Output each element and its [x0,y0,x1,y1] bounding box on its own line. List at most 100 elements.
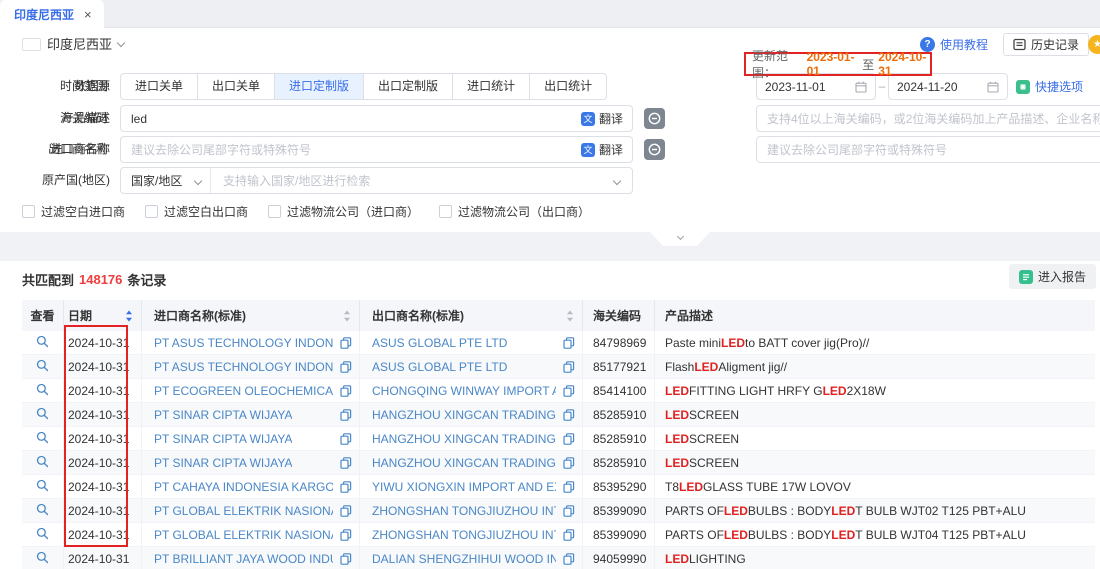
copy-icon[interactable] [340,457,352,469]
sort-icon-exporter[interactable] [566,309,574,322]
copy-icon[interactable] [563,385,575,397]
copy-icon[interactable] [340,385,352,397]
magnifier-icon[interactable] [36,335,49,351]
view-record-button[interactable] [22,379,64,402]
filter-checkbox-1[interactable]: 过滤空白进口商 [22,203,125,220]
exporter-link[interactable]: DALIAN SHENGZHIHUI WOOD INDUST... [372,552,556,566]
view-record-button[interactable] [22,523,64,546]
view-record-button[interactable] [22,547,64,569]
view-record-button[interactable] [22,451,64,474]
importer-link[interactable]: PT SINAR CIPTA WIJAYA [154,432,292,446]
filter-checkbox-4[interactable]: 过滤物流公司（出口商） [439,203,590,220]
exporter-name-input[interactable] [756,136,1100,163]
importer-link[interactable]: PT BRILLIANT JAYA WOOD INDUSTRY [154,552,333,566]
importer-link[interactable]: PT GLOBAL ELEKTRIK NASIONAL [154,504,333,518]
view-record-button[interactable] [22,331,64,354]
enter-report-button[interactable]: 进入报告 [1009,264,1096,289]
sort-icon-importer[interactable] [343,309,351,322]
exact-match-toggle[interactable] [644,139,665,160]
copy-icon[interactable] [563,361,575,373]
product-desc-input[interactable] [120,105,633,132]
importer-link[interactable]: PT CAHAYA INDONESIA KARGO [154,480,333,494]
country-selector-label[interactable]: 印度尼西亚 [47,28,112,61]
exporter-link[interactable]: ASUS GLOBAL PTE LTD [372,336,507,350]
customs-code-input[interactable] [756,105,1100,132]
copy-icon[interactable] [340,505,352,517]
importer-name-input[interactable] [120,136,633,163]
data-source-tab-6[interactable]: 出口统计 [529,73,607,100]
view-record-button[interactable] [22,403,64,426]
tab-indonesia[interactable]: 印度尼西亚 × [0,0,104,28]
exporter-link[interactable]: CHONGQING WINWAY IMPORT AND E... [372,384,556,398]
data-source-tab-2[interactable]: 出口关单 [197,73,275,100]
data-source-tab-5[interactable]: 进口统计 [452,73,530,100]
importer-link[interactable]: PT ASUS TECHNOLOGY INDONESIA BA... [154,360,333,374]
magnifier-icon[interactable] [36,359,49,375]
view-record-button[interactable] [22,427,64,450]
filter-checkbox-2[interactable]: 过滤空白出口商 [145,203,248,220]
exporter-link[interactable]: HANGZHOU XINGCAN TRADING CO LTD [372,456,556,470]
vip-star-icon[interactable]: ★ [1088,35,1100,54]
origin-search-input[interactable]: 支持输入国家/地区进行检索 [211,172,614,189]
history-button[interactable]: 历史记录 [1003,33,1089,56]
translate-button[interactable]: 文 翻译 [581,136,623,163]
col-header-date[interactable]: 日期 [64,300,142,331]
exporter-link[interactable]: ZHONGSHAN TONGJIUZHOU INTERNA... [372,528,556,542]
magnifier-icon[interactable] [36,527,49,543]
translate-button[interactable]: 文 翻译 [581,105,623,132]
chevron-down-icon[interactable] [613,176,621,184]
origin-country-select[interactable]: 国家/地区 [121,168,211,193]
copy-icon[interactable] [563,409,575,421]
copy-icon[interactable] [340,553,352,565]
sort-icon-date[interactable] [125,309,133,322]
importer-link[interactable]: PT SINAR CIPTA WIJAYA [154,456,292,470]
checkbox-icon[interactable] [145,205,158,218]
importer-link[interactable]: PT GLOBAL ELEKTRIK NASIONAL [154,528,333,542]
data-source-tab-3[interactable]: 进口定制版 [274,73,364,100]
exporter-link[interactable]: ZHONGSHAN TONGJIUZHOU INTERNA... [372,504,556,518]
col-header-exporter[interactable]: 出口商名称(标准) [360,300,583,331]
copy-icon[interactable] [340,433,352,445]
col-header-importer[interactable]: 进口商名称(标准) [142,300,360,331]
exact-match-toggle[interactable] [644,108,665,129]
magnifier-icon[interactable] [36,455,49,471]
checkbox-icon[interactable] [22,205,35,218]
quick-options-button[interactable]: 快捷选项 [1016,73,1083,100]
collapse-panel-button[interactable] [650,232,710,246]
exporter-link[interactable]: YIWU XIONGXIN IMPORT AND EXPORT... [372,480,556,494]
exporter-link[interactable]: ASUS GLOBAL PTE LTD [372,360,507,374]
data-source-tab-1[interactable]: 进口关单 [120,73,198,100]
copy-icon[interactable] [563,553,575,565]
copy-icon[interactable] [340,337,352,349]
copy-icon[interactable] [563,529,575,541]
copy-icon[interactable] [563,337,575,349]
magnifier-icon[interactable] [36,503,49,519]
chevron-down-icon[interactable] [117,39,125,47]
copy-icon[interactable] [340,361,352,373]
exporter-link[interactable]: HANGZHOU XINGCAN TRADING CO LTD [372,408,556,422]
importer-link[interactable]: PT ASUS TECHNOLOGY INDONESIA BA... [154,336,333,350]
magnifier-icon[interactable] [36,383,49,399]
magnifier-icon[interactable] [36,479,49,495]
view-record-button[interactable] [22,475,64,498]
copy-icon[interactable] [563,457,575,469]
data-source-tab-4[interactable]: 出口定制版 [363,73,453,100]
copy-icon[interactable] [563,481,575,493]
magnifier-icon[interactable] [36,431,49,447]
copy-icon[interactable] [563,505,575,517]
tab-close-icon[interactable]: × [84,8,92,21]
copy-icon[interactable] [563,433,575,445]
view-record-button[interactable] [22,355,64,378]
checkbox-icon[interactable] [439,205,452,218]
checkbox-icon[interactable] [268,205,281,218]
exporter-link[interactable]: HANGZHOU XINGCAN TRADING CO LTD [372,432,556,446]
copy-icon[interactable] [340,409,352,421]
magnifier-icon[interactable] [36,407,49,423]
view-record-button[interactable] [22,499,64,522]
filter-checkbox-3[interactable]: 过滤物流公司（进口商） [268,203,419,220]
magnifier-icon[interactable] [36,551,49,567]
importer-link[interactable]: PT SINAR CIPTA WIJAYA [154,408,292,422]
importer-link[interactable]: PT ECOGREEN OLEOCHEMICALS [154,384,333,398]
copy-icon[interactable] [340,529,352,541]
copy-icon[interactable] [340,481,352,493]
